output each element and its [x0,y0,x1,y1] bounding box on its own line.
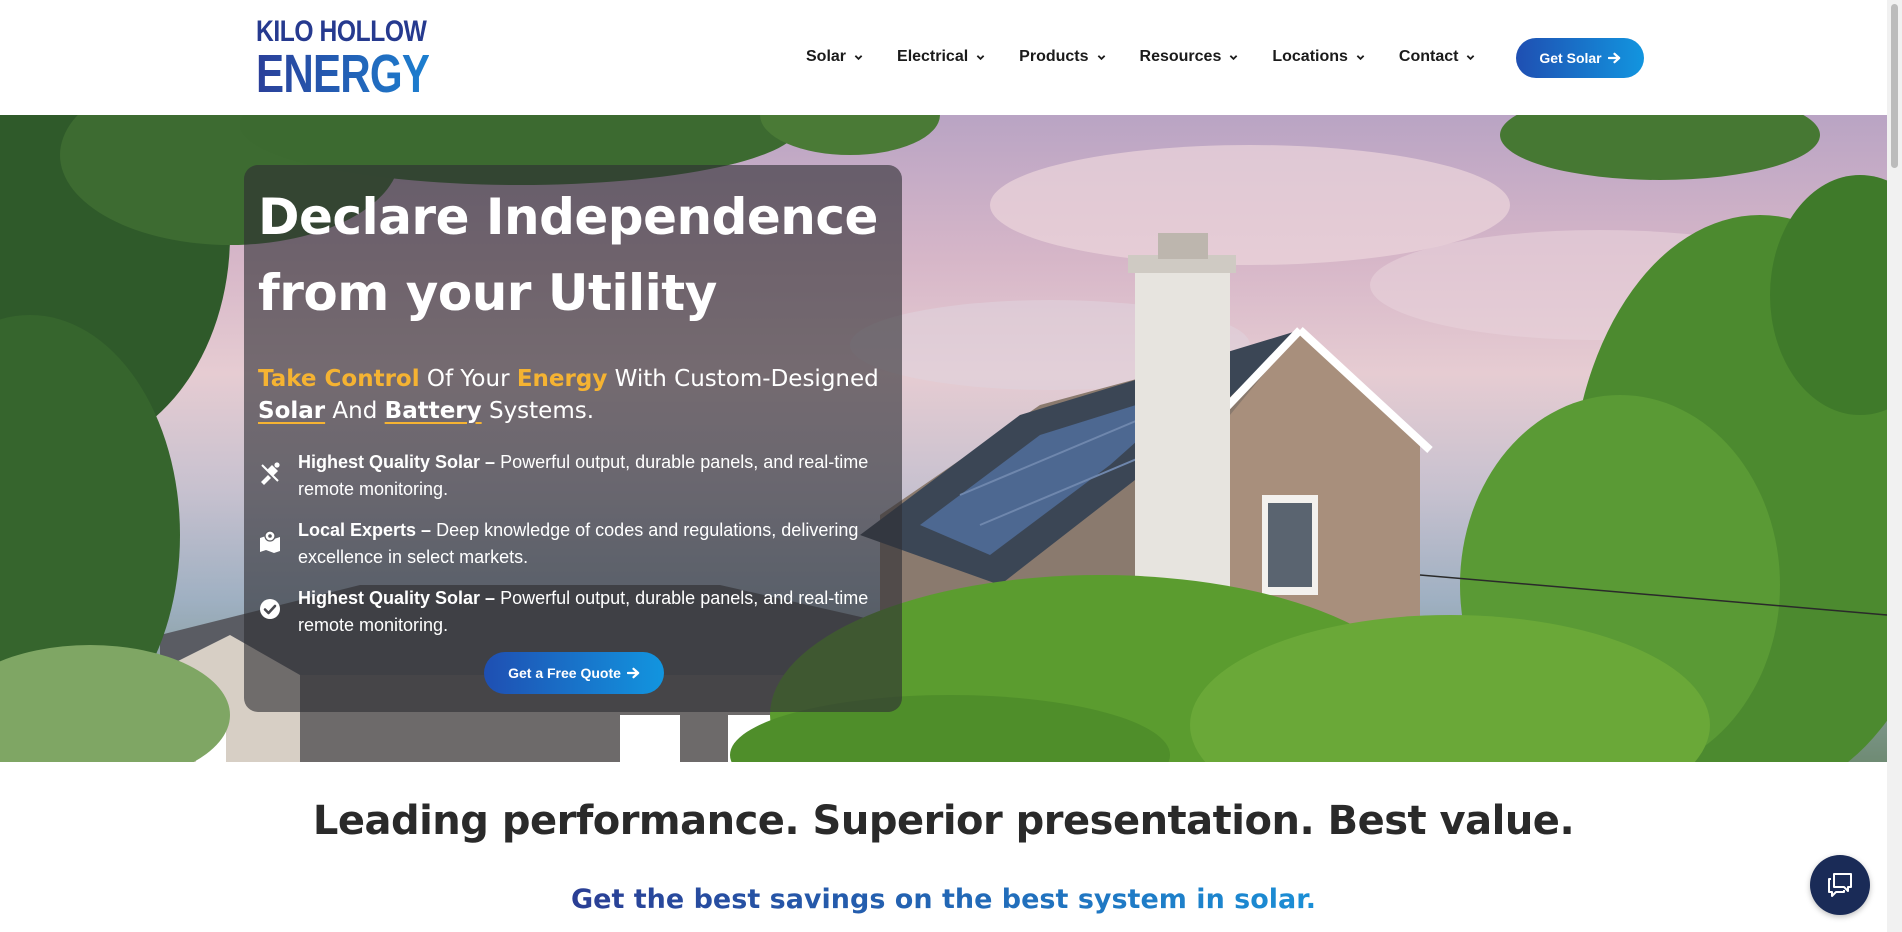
get-free-quote-label: Get a Free Quote [508,665,621,681]
subtitle-text: With Custom-Designed [607,366,879,392]
highlight-take-control: Take Control [258,366,420,392]
savings-text: Get the best savings on the best system … [570,884,1317,915]
get-solar-label: Get Solar [1539,50,1602,66]
hero-title-line1: Declare Independence [258,188,878,246]
feature-text: Highest Quality Solar – Powerful output,… [298,585,888,639]
subtitle-text: And [325,398,385,424]
underlined-solar: Solar [258,398,326,424]
highlight-energy: Energy [516,366,608,392]
site-header: KILO HOLLOW ENERGY Solar Electrical Prod… [0,0,1887,115]
scrollbar-thumb[interactable] [1891,4,1898,168]
solar-panel-icon [261,462,280,485]
nav-item-contact[interactable]: Contact [1399,48,1476,66]
nav-item-resources[interactable]: Resources [1140,48,1239,66]
nav-item-solar[interactable]: Solar [806,48,863,66]
main-nav: Solar Electrical Products Resources Loca… [806,40,1475,74]
hero-section: Declare Independence from your Utility T… [0,115,1887,762]
nav-item-electrical[interactable]: Electrical [897,48,985,66]
feature-title: Highest Quality Solar – [298,588,496,608]
chevron-down-icon [1230,54,1238,60]
feature-item: Highest Quality Solar – Powerful output,… [258,585,888,639]
hero-card: Declare Independence from your Utility T… [244,165,902,712]
nav-item-label: Contact [1398,48,1459,65]
feature-text: Highest Quality Solar – Powerful output,… [298,449,888,503]
underlined-battery: Battery [384,398,482,424]
feature-title: Highest Quality Solar – [298,452,496,472]
check-circle-icon [260,599,280,619]
hero-title-line2: from your Utility [258,264,717,322]
page-scrollbar[interactable] [1887,0,1902,932]
get-free-quote-button[interactable]: Get a Free Quote [484,652,664,694]
logo-wordmark: KILO HOLLOW ENERGY [256,16,478,104]
hero-subtitle: Take Control Of Your Energy With Custom-… [258,363,888,427]
logo-name-bottom: ENERGY [256,44,430,104]
chat-widget-button[interactable] [1810,855,1870,915]
arrow-right-icon [1607,52,1620,64]
hero-title: Declare Independence from your Utility [258,179,888,331]
feature-title: Local Experts – [298,520,432,540]
nav-item-label: Electrical [897,48,969,65]
nav-item-label: Products [1019,48,1089,65]
nav-item-label: Locations [1272,48,1348,65]
subtitle-text: Systems. [481,398,595,424]
feature-list: Highest Quality Solar – Powerful output,… [258,449,888,639]
chevron-down-icon [1356,54,1365,60]
feature-item: Local Experts – Deep knowledge of codes … [258,517,888,571]
chevron-down-icon [976,54,985,60]
brand-logo[interactable]: KILO HOLLOW ENERGY [248,12,478,104]
get-solar-button[interactable]: Get Solar [1516,38,1644,78]
nav-item-label: Solar [806,48,847,65]
chat-bubble-icon [1828,873,1852,897]
chevron-down-icon [1097,54,1105,60]
chevron-down-icon [854,54,863,60]
nav-item-locations[interactable]: Locations [1272,48,1365,66]
feature-text: Local Experts – Deep knowledge of codes … [298,517,888,571]
arrow-right-icon [626,667,640,679]
savings-subheading: Get the best savings on the best system … [0,882,1887,918]
subtitle-text: Of Your [419,366,517,392]
nav-item-label: Resources [1139,48,1222,65]
map-location-icon [260,530,280,553]
nav-item-products[interactable]: Products [1019,48,1105,66]
feature-item: Highest Quality Solar – Powerful output,… [258,449,888,503]
section-tagline: Leading performance. Superior presentati… [312,798,1575,844]
chevron-down-icon [1467,54,1475,60]
